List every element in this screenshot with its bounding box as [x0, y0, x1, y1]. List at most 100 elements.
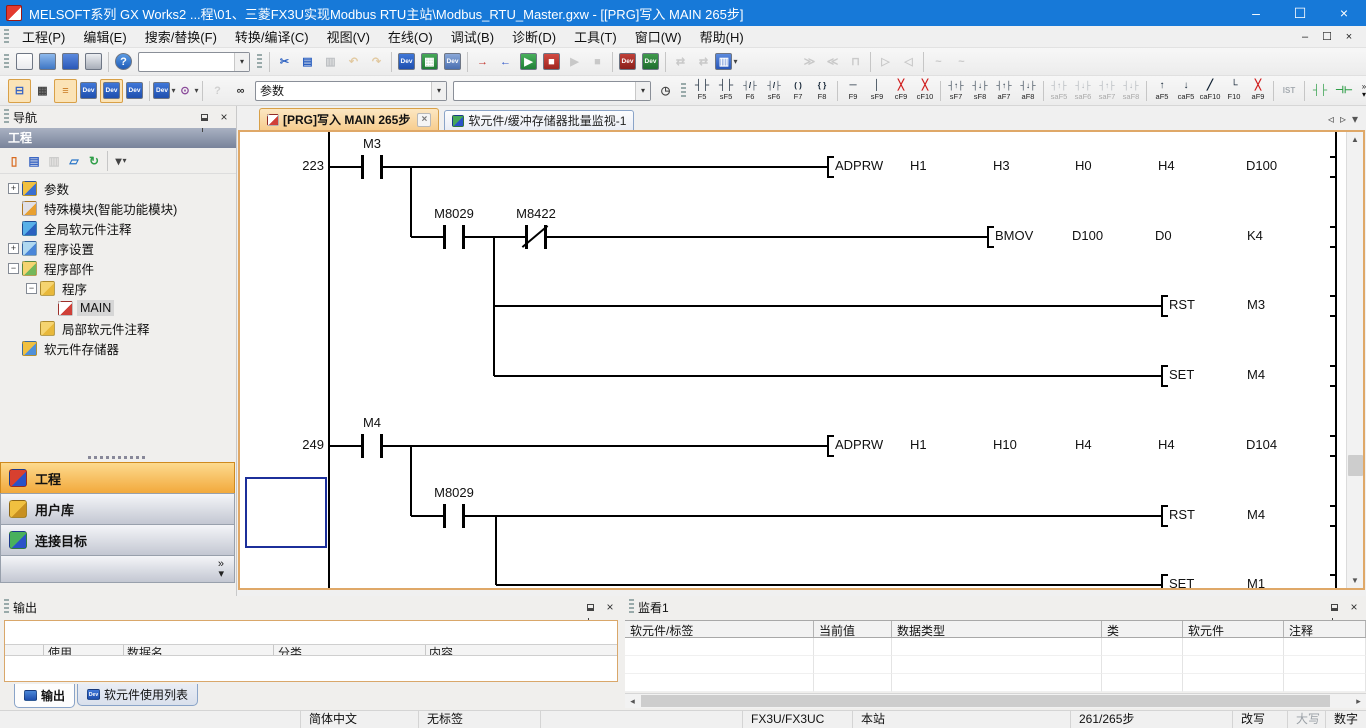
tab-list-dropdown-button[interactable]: ▾ — [1352, 112, 1358, 126]
connection-destination-view-button[interactable]: 连接目标 — [0, 524, 235, 555]
scrollbar-thumb[interactable] — [1348, 455, 1363, 476]
ladder-symbol-aF7-button[interactable]: ┤↑├aF7 — [992, 77, 1016, 104]
watch-column-header[interactable]: 软元件 — [1183, 621, 1284, 637]
watch-row[interactable] — [625, 638, 1366, 656]
output-close-button[interactable]: × — [602, 599, 618, 615]
watch-column-header[interactable]: 类 — [1102, 621, 1183, 637]
ladder-symbol-F6-button[interactable]: ┤/├F6 — [738, 77, 762, 104]
chevron-down-icon[interactable]: ▾ — [234, 53, 249, 71]
transfer-back-button[interactable]: ← — [494, 50, 517, 74]
toolbar-combobox[interactable]: 参数▾ — [255, 81, 447, 101]
ladder-symbol-sF7-button[interactable]: ┤↑├sF7 — [944, 77, 968, 104]
transfer-setup-button[interactable]: → — [471, 50, 494, 74]
chevron-down-icon[interactable]: ▾ — [635, 82, 650, 100]
refresh-view-button[interactable]: ↻ — [84, 151, 104, 171]
ladder-symbol-cF10-button[interactable]: ╳cF10 — [913, 77, 937, 104]
contact-no[interactable] — [435, 502, 473, 530]
toolbar-overflow-button[interactable]: »▾ — [1356, 79, 1366, 103]
contact-no[interactable] — [353, 153, 391, 181]
device-memory-grid-button[interactable]: Dev — [100, 79, 123, 103]
menu-item-1[interactable]: 编辑(E) — [74, 25, 135, 48]
tree-item-local-device-comment[interactable]: 局部软元件注释 — [0, 318, 235, 338]
data-property-button[interactable]: ▱ — [64, 151, 84, 171]
ladder-vertical-scrollbar[interactable]: ▲ ▼ — [1346, 132, 1363, 588]
ladder-symbol-caF5-button[interactable]: ↓caF5 — [1174, 77, 1198, 104]
scroll-right-icon[interactable]: ▸ — [1351, 694, 1366, 708]
pin-button[interactable] — [196, 109, 212, 125]
menu-item-4[interactable]: 视图(V) — [318, 25, 379, 48]
stop-monitor-button[interactable]: ■ — [540, 50, 563, 74]
expand-icon[interactable]: + — [8, 243, 19, 254]
function-block-selection-button[interactable]: ▦ — [31, 79, 54, 103]
watch-column-header[interactable]: 数据类型 — [892, 621, 1102, 637]
watch-grip[interactable] — [629, 599, 634, 615]
ladder-symbol-F5-button[interactable]: ┤├F5 — [690, 77, 714, 104]
tree-item-program-folder[interactable]: −程序 — [0, 278, 235, 298]
device-comment-edit-button[interactable]: Dev — [77, 79, 100, 103]
ladder-symbol-sF5-button[interactable]: ┤├sF5 — [714, 77, 738, 104]
menu-item-0[interactable]: 工程(P) — [13, 25, 74, 48]
menu-grip[interactable] — [4, 29, 9, 45]
view-buttons-overflow[interactable]: »▾ — [0, 555, 235, 583]
scroll-down-icon[interactable]: ▼ — [1347, 573, 1363, 588]
watch-row[interactable] — [625, 674, 1366, 692]
menu-item-10[interactable]: 帮助(H) — [691, 25, 753, 48]
outline-window-button[interactable]: ≡ — [54, 79, 77, 103]
navigation-close-button[interactable]: × — [216, 109, 232, 125]
ladder-symbol-caF10-button[interactable]: ╱caF10 — [1198, 77, 1222, 104]
add-new-data-button[interactable]: ▯ — [4, 151, 24, 171]
cross-reference-button[interactable]: ◷ — [654, 79, 677, 103]
monitor-mode-button[interactable]: ▥▾ — [715, 50, 738, 74]
minimize-button[interactable]: – — [1234, 0, 1278, 26]
ladder-symbol-cF9-button[interactable]: ╳cF9 — [889, 77, 913, 104]
chevron-down-icon[interactable]: ▾ — [431, 82, 446, 100]
device-registration-monitor-button[interactable]: Dev — [639, 50, 662, 74]
watch-column-header[interactable]: 当前值 — [814, 621, 892, 637]
menu-item-5[interactable]: 在线(O) — [379, 25, 442, 48]
write-to-plc-button[interactable]: Dev — [395, 50, 418, 74]
scrollbar-thumb[interactable] — [641, 695, 1330, 707]
project-view-button[interactable]: 工程 — [0, 462, 235, 493]
menu-item-8[interactable]: 工具(T) — [565, 25, 626, 48]
user-library-view-button[interactable]: 用户库 — [0, 493, 235, 524]
ladder-symbol-F10-button[interactable]: └F10 — [1222, 77, 1246, 104]
copy-data-button[interactable]: ▤ — [24, 151, 44, 171]
toolbar1-grip[interactable] — [4, 54, 9, 70]
navigation-window-toggle-button[interactable]: ⊟ — [8, 79, 31, 103]
ladder-symbol-sF6-button[interactable]: ┤/├sF6 — [762, 77, 786, 104]
tree-item-parameter[interactable]: +参数 — [0, 178, 235, 198]
tree-item-intelligent-module[interactable]: 特殊模块(智能功能模块) — [0, 198, 235, 218]
menu-item-3[interactable]: 转换/编译(C) — [226, 25, 318, 48]
navigation-grip[interactable] — [4, 109, 9, 125]
ladder-canvas[interactable]: 223249M3M8029M8422M4M8029ADPRWH1H3H0H4D1… — [240, 132, 1346, 588]
ladder-symbol-sF9-button[interactable]: │sF9 — [865, 77, 889, 104]
toolbar-combobox[interactable]: ▾ — [453, 81, 651, 101]
tree-item-global-device-comment[interactable]: 全局软元件注释 — [0, 218, 235, 238]
contact-no[interactable] — [353, 432, 391, 460]
contact-nc[interactable] — [517, 223, 555, 251]
ladder-symbol-F7-button[interactable]: ( )F7 — [786, 77, 810, 104]
new-project-button[interactable] — [13, 50, 36, 74]
menu-item-2[interactable]: 搜索/替换(F) — [136, 25, 226, 48]
tree-item-program-setting[interactable]: +程序设置 — [0, 238, 235, 258]
navigation-splitter[interactable] — [0, 452, 235, 462]
tree-item-pou[interactable]: −程序部件 — [0, 258, 235, 278]
expand-icon[interactable]: + — [8, 183, 19, 194]
watch-pin-button[interactable] — [1326, 599, 1342, 615]
tree-item-main-program[interactable]: MAIN — [0, 298, 235, 318]
device-batch-monitor-button[interactable]: Dev — [616, 50, 639, 74]
close-button[interactable]: × — [1322, 0, 1366, 26]
ladder-symbol-F8-button[interactable]: { }F8 — [810, 77, 834, 104]
output-pin-button[interactable] — [582, 599, 598, 615]
dock-tab-1[interactable]: Dev软元件使用列表 — [77, 684, 198, 706]
watch-column-header[interactable]: 软元件/标签 — [625, 621, 814, 637]
tab-scroll-left-button[interactable]: ◃ — [1328, 112, 1334, 126]
ladder-symbol-F9-button[interactable]: ─F9 — [841, 77, 865, 104]
ladder-symbol-aF9-button[interactable]: ╳aF9 — [1246, 77, 1270, 104]
device-memory-tree-button[interactable]: Dev — [123, 79, 146, 103]
scroll-left-icon[interactable]: ◂ — [625, 694, 640, 708]
ladder-cursor[interactable] — [245, 477, 327, 548]
restore-button[interactable]: ☐ — [1278, 0, 1322, 26]
copy-button[interactable]: ▤ — [296, 50, 319, 74]
inline-statement-edit-button[interactable]: ┤├ — [1308, 77, 1332, 104]
